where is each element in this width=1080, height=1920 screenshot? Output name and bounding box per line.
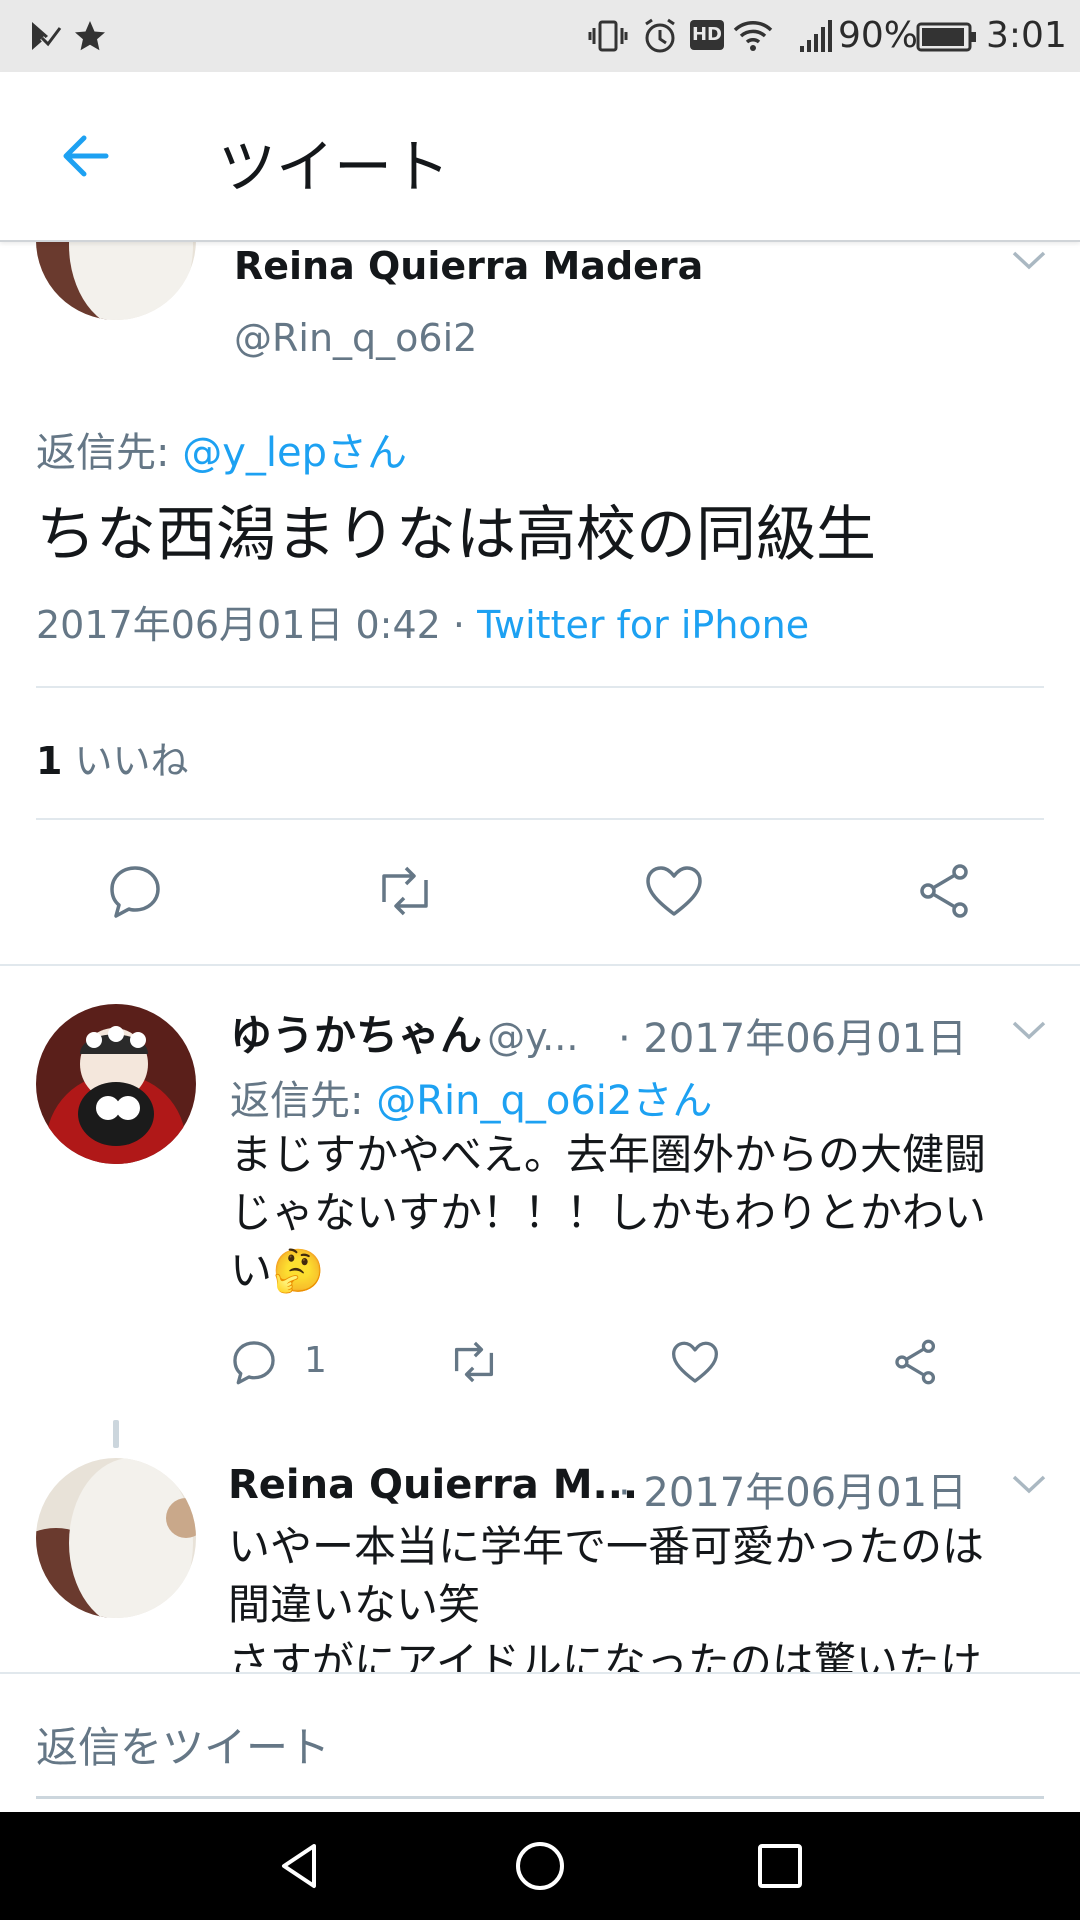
reply-to-link[interactable]: @Rin_q_o6i2さん [376,1078,712,1124]
nav-back-icon[interactable] [274,1840,326,1896]
reply-text-line: 間違いない笑 [228,1580,481,1629]
author-name[interactable]: Reina Quierra Madera [234,244,703,288]
retweet-icon[interactable] [372,862,438,920]
navigation-bar [0,1812,1080,1920]
page-title: ツイート [218,133,451,201]
wifi-icon [732,16,774,60]
reply-text-line: い🤔 [230,1242,1060,1300]
back-arrow-icon[interactable] [56,128,112,188]
reply-text-line: まじすかやべえ。去年圏外からの大健闘 [230,1130,987,1179]
battery-icon [916,22,978,56]
thinking-emoji-icon: 🤔 [272,1246,325,1295]
share-icon[interactable] [892,1338,940,1386]
signal-icon [798,18,832,58]
reply-count: 1 [304,1340,327,1381]
notification-check-icon [28,18,64,58]
reply-text-tail: い [230,1246,273,1295]
reply-text-line: じゃないすか！！！しかもわりとかわい [230,1188,987,1237]
like-heart-icon[interactable] [670,1340,720,1386]
reply-text: いやー本当に学年で一番可愛かったのは 間違いない笑 さすがにアイドルになったのは… [228,1518,1068,1672]
reply-to-link[interactable]: @y_lepさん [182,430,407,476]
meta-separator: · [452,603,466,647]
tweet-source-link[interactable]: Twitter for iPhone [477,603,809,647]
divider [36,686,1044,688]
share-icon[interactable] [916,862,974,920]
reply-prefix: 返信先: [36,430,170,476]
reply-date: · 2017年06月01日 [618,1470,968,1516]
author-name[interactable]: Reina Quierra M... [228,1462,638,1508]
status-bar: HD 90% 3:01 [0,0,1080,72]
hd-icon: HD [690,20,724,50]
thread-connector-line [113,1420,119,1448]
reply-icon[interactable] [230,1338,278,1386]
star-icon [72,18,108,58]
reply-header: ゆうかちゃん @y... [230,1002,578,1063]
reply-input-underline [36,1796,1044,1799]
tweet-text: ちな西潟まりなは高校の同級生 [36,500,876,570]
avatar[interactable] [36,1458,196,1618]
reply-text-line: さすがにアイドルになったのは驚いたけ [228,1638,982,1672]
divider [36,818,1044,820]
chevron-down-icon[interactable] [1010,1018,1048,1046]
chevron-down-icon[interactable] [1010,1472,1048,1500]
tweet-timestamp: 2017年06月01日 0:42 [36,603,441,647]
clock: 3:01 [986,15,1067,56]
vibrate-icon [588,16,628,60]
nav-recents-icon[interactable] [756,1842,804,1894]
likes-label: いいね [74,739,189,783]
like-heart-icon[interactable] [644,864,704,920]
avatar[interactable] [36,1004,196,1164]
reply-prefix: 返信先: [230,1078,364,1124]
reply-context: 返信先: @y_lepさん [36,420,407,478]
divider [0,964,1080,966]
tweet-meta: 2017年06月01日 0:42 · Twitter for iPhone [36,594,809,649]
chevron-down-icon[interactable] [1010,248,1048,276]
retweet-icon[interactable] [446,1338,502,1386]
alarm-icon [640,16,680,60]
author-name[interactable]: ゆうかちゃん [230,1011,482,1060]
reply-text: まじすかやべえ。去年圏外からの大健闘 じゃないすか！！！しかもわりとかわい い🤔 [230,1126,1060,1300]
battery-percent: 90% [838,15,919,56]
tweet-thread[interactable]: Reina Quierra Madera @Rin_q_o6i2 返信先: @y… [0,240,1080,1672]
reply-context: 返信先: @Rin_q_o6i2さん [230,1068,712,1126]
author-handle[interactable]: @Rin_q_o6i2 [234,316,477,360]
reply-date: · 2017年06月01日 [618,1016,968,1062]
reply-icon[interactable] [106,862,164,920]
author-handle[interactable]: @y... [487,1015,578,1059]
reply-text-line: いやー本当に学年で一番可愛かったのは [228,1522,985,1571]
nav-home-icon[interactable] [514,1840,566,1896]
avatar[interactable] [36,240,196,320]
reply-composer: 返信をツイート [0,1672,1080,1814]
likes-count: 1 [36,739,63,783]
reply-input[interactable]: 返信をツイート [36,1714,1044,1775]
likes-summary[interactable]: 1 いいね [36,730,189,785]
app-bar: ツイート [0,72,1080,242]
